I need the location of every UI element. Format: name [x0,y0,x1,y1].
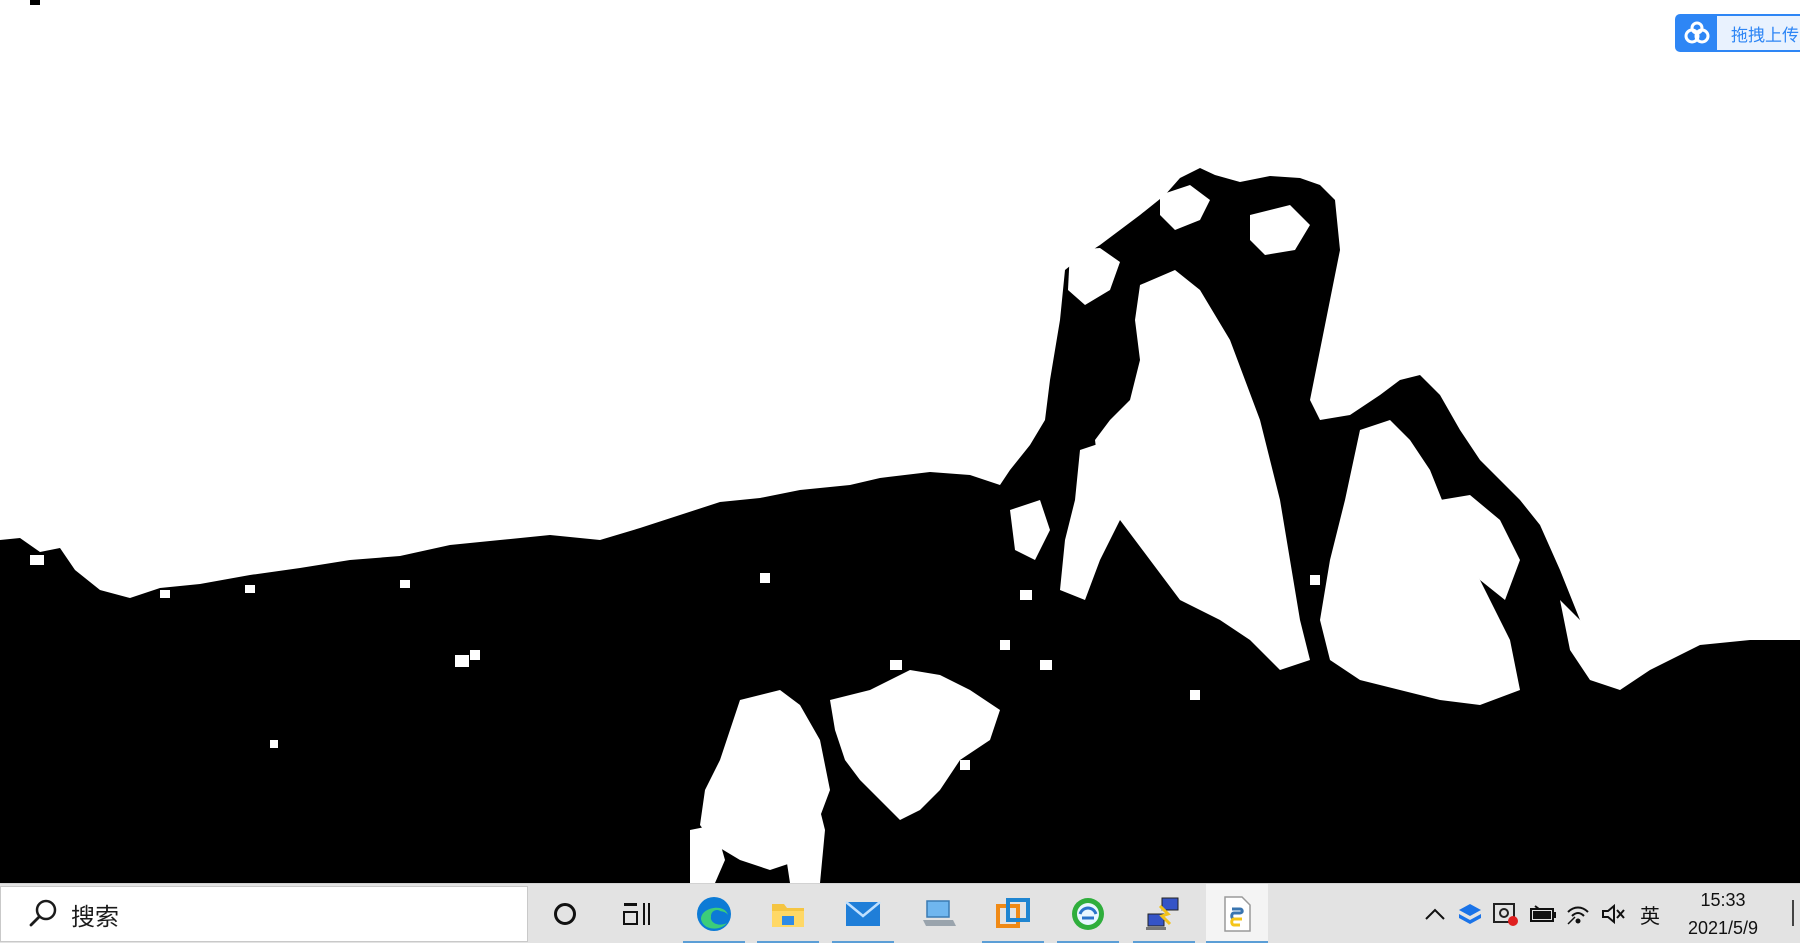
python-file-taskbar-button[interactable] [1206,884,1268,943]
mail-taskbar-button[interactable] [832,884,894,943]
python-file-icon [1224,896,1251,932]
network-app-taskbar-button[interactable] [1133,884,1195,943]
mail-icon [845,901,881,926]
green-app-taskbar-button[interactable] [1057,884,1119,943]
dropbox-icon [1459,904,1481,924]
screen-record-tray-button[interactable] [1490,898,1520,930]
clock-time: 15:33 [1700,890,1746,910]
show-hidden-icons-button[interactable] [1420,898,1450,930]
drag-upload-widget[interactable]: 拖拽上传 [1675,14,1800,52]
file-explorer-taskbar-button[interactable] [757,884,819,943]
volume-muted-icon [1602,903,1625,925]
edge-taskbar-button[interactable] [683,884,745,943]
drag-upload-label: 拖拽上传 [1731,25,1799,46]
taskbar-search-box[interactable]: 搜索 [0,886,528,942]
screen-record-icon [1493,903,1518,926]
search-icon [29,899,57,927]
wifi-icon [1567,906,1589,925]
desktop-wallpaper [0,0,1800,883]
folder-icon [772,904,804,927]
cortana-ring-icon [554,903,576,925]
taskbar-clock[interactable]: 15:33 2021/5/9 [1670,884,1776,943]
show-desktop-button[interactable] [1792,900,1794,926]
desktop-screen: 拖拽上传 搜索 英 15:33 2021/5/9 [0,0,1800,943]
vmware-icon [996,898,1030,928]
laptop-app-taskbar-button[interactable] [908,884,970,943]
dropbox-tray-button[interactable] [1455,898,1485,930]
wifi-tray-button[interactable] [1563,898,1593,930]
vmware-taskbar-button[interactable] [982,884,1044,943]
task-view-button[interactable] [606,884,668,943]
baidu-netdisk-cloud-icon [1677,16,1717,50]
edge-browser-icon [697,897,731,931]
network-computers-icon [1146,897,1179,930]
battery-tray-button[interactable] [1528,898,1558,930]
green-globe-icon [1072,898,1104,930]
taskbar: 搜索 英 15:33 2021/5/9 [0,883,1800,943]
chevron-up-icon [1425,908,1445,920]
cortana-button[interactable] [534,884,596,943]
search-placeholder: 搜索 [71,902,119,931]
volume-tray-button[interactable] [1598,898,1628,930]
task-view-icon [623,903,650,925]
clock-date: 2021/5/9 [1687,918,1759,938]
laptop-icon [923,900,956,926]
input-language-indicator[interactable]: 英 [1636,884,1664,943]
battery-icon [1530,905,1556,922]
